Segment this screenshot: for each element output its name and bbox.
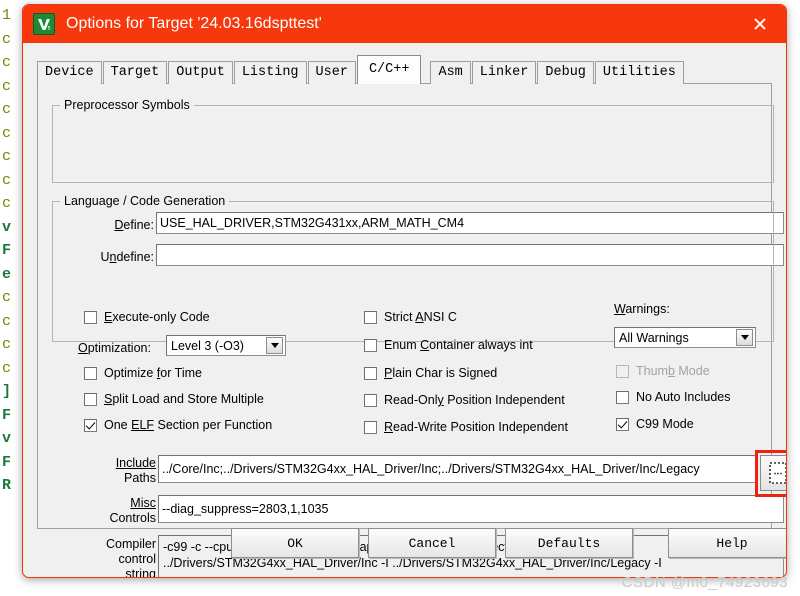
svg-text:s: s <box>48 25 51 32</box>
misc-controls-label-line1: Misc <box>130 496 156 510</box>
checkbox-box <box>616 364 629 378</box>
include-paths-label-line1: Include <box>115 456 156 470</box>
help-button[interactable]: Help <box>668 528 786 558</box>
checkbox-box <box>84 392 97 406</box>
checkbox-label: Plain Char is Signed <box>384 366 498 380</box>
warnings-label: Warnings: <box>614 302 670 316</box>
checkbox-box <box>616 417 629 431</box>
checkbox-label: No Auto Includes <box>636 390 731 404</box>
checkbox-no-auto-includes[interactable]: No Auto Includes <box>616 390 731 404</box>
checkbox-optimize-for-time[interactable]: Optimize for Time <box>84 366 202 380</box>
chevron-down-icon[interactable] <box>266 337 283 354</box>
cancel-button[interactable]: Cancel <box>368 528 496 558</box>
checkbox-box <box>84 310 97 324</box>
checkbox-label: Optimize for Time <box>104 366 202 380</box>
checkbox-box <box>364 338 377 352</box>
tab-output[interactable]: Output <box>168 61 233 84</box>
preprocessor-symbols-group: Preprocessor Symbols <box>52 98 774 183</box>
tab-strip: Device Target Output Listing User C/C++ Asm Lin… <box>37 54 772 84</box>
checkbox-execute-only-code[interactable]: Execute-only Code <box>84 310 210 324</box>
checkbox-label: Execute-only Code <box>104 310 210 324</box>
checkbox-read-write-position-independent[interactable]: Read-Write Position Independent <box>364 420 568 434</box>
checkbox-label: One ELF Section per Function <box>104 418 273 432</box>
checkbox-read-only-position-independent[interactable]: Read-Only Position Independent <box>364 393 565 407</box>
checkbox-box <box>616 390 629 404</box>
checkbox-label: C99 Mode <box>636 417 694 431</box>
checkbox-label: Thumb Mode <box>636 364 710 378</box>
language-codegen-legend: Language / Code Generation <box>64 194 226 208</box>
checkbox-enum-container-always-int[interactable]: Enum Container always int <box>364 338 533 352</box>
checkbox-box <box>364 393 377 407</box>
defaults-button[interactable]: Defaults <box>505 528 633 558</box>
tab-target[interactable]: Target <box>102 61 168 84</box>
optimization-label: Optimization: <box>78 341 151 355</box>
checkbox-thumb-mode: Thumb Mode <box>616 364 710 378</box>
checkbox-strict-ansi-c[interactable]: Strict ANSI C <box>364 310 457 324</box>
checkbox-plain-char-is-signed[interactable]: Plain Char is Signed <box>364 366 497 380</box>
checkbox-label: Split Load and Store Multiple <box>104 392 264 406</box>
checkbox-box <box>84 418 97 432</box>
include-paths-label: Include Paths <box>72 456 156 486</box>
dialog-footer: OK Cancel Defaults Help <box>23 515 786 577</box>
warnings-select[interactable]: All Warnings <box>614 327 756 348</box>
tab-linker[interactable]: Linker <box>471 61 537 84</box>
include-paths-input[interactable] <box>158 455 758 483</box>
preprocessor-symbols-legend: Preprocessor Symbols <box>64 98 190 112</box>
checkbox-box <box>364 366 377 380</box>
optimization-value: Level 3 (-O3) <box>171 338 244 353</box>
tab-asm[interactable]: Asm <box>430 61 471 84</box>
checkbox-label: Read-Only Position Independent <box>384 393 565 407</box>
checkbox-box <box>364 420 377 434</box>
dialog-title: Options for Target '24.03.16dspttest' <box>66 15 322 32</box>
browse-folder-icon[interactable] <box>760 455 786 491</box>
checkbox-one-elf-section-per-function[interactable]: One ELF Section per Function <box>84 418 272 432</box>
checkbox-label: Enum Container always int <box>384 338 533 352</box>
tab-listing[interactable]: Listing <box>233 61 307 84</box>
checkbox-box <box>84 366 97 380</box>
chevron-down-icon[interactable] <box>736 329 753 346</box>
dialog-titlebar: s Options for Target '24.03.16dspttest' <box>23 5 786 43</box>
watermark: CSDN @m0_74923693 <box>621 574 788 591</box>
checkbox-label: Read-Write Position Independent <box>384 420 568 434</box>
checkbox-c99-mode[interactable]: C99 Mode <box>616 417 694 431</box>
tab-user[interactable]: User <box>307 61 356 84</box>
checkbox-label: Strict ANSI C <box>384 310 457 324</box>
tab-page-cpp: Preprocessor Symbols Define: Undefine: L… <box>37 84 786 577</box>
options-dialog: s Options for Target '24.03.16dspttest' … <box>22 4 787 578</box>
include-paths-label-line2: Paths <box>124 471 156 485</box>
tab-debug[interactable]: Debug <box>537 61 594 84</box>
tab-device[interactable]: Device <box>37 61 102 84</box>
checkbox-split-load-store-multiple[interactable]: Split Load and Store Multiple <box>84 392 264 406</box>
ok-button[interactable]: OK <box>231 528 359 558</box>
uvision-icon: s <box>33 13 55 35</box>
warnings-value: All Warnings <box>619 330 689 345</box>
optimization-select[interactable]: Level 3 (-O3) <box>166 335 286 356</box>
checkbox-box <box>364 310 377 324</box>
tab-c-c[interactable]: C/C++ <box>356 55 422 84</box>
tab-utilities[interactable]: Utilities <box>594 61 684 84</box>
close-icon[interactable] <box>738 6 782 42</box>
